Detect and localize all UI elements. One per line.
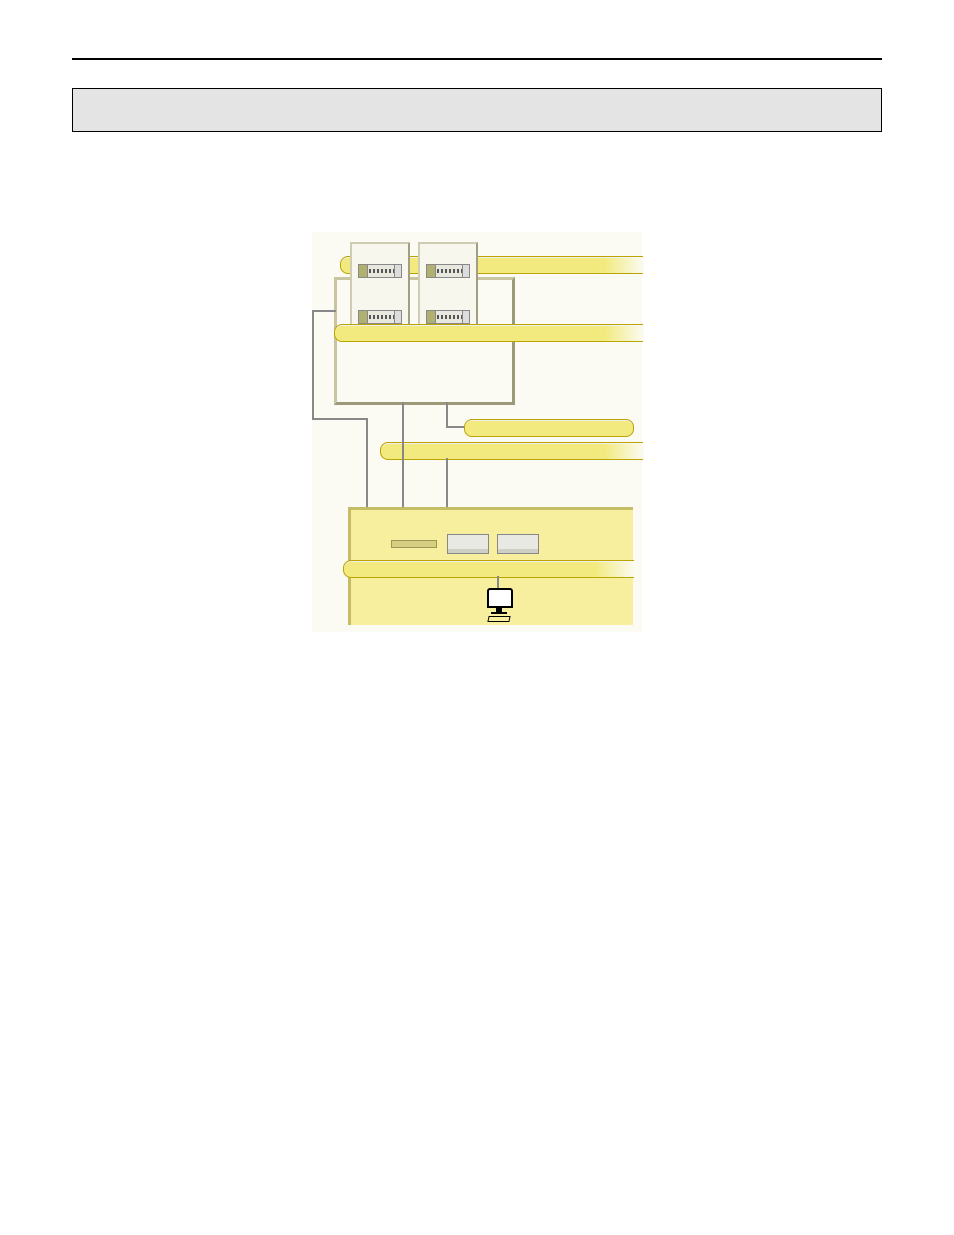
monitor-icon — [487, 588, 513, 608]
unit-tail-icon — [394, 265, 401, 277]
keyboard-icon — [487, 616, 510, 622]
rack-left-unit-1 — [358, 264, 402, 278]
unit-header-icon — [427, 311, 436, 323]
rack-left-unit-2 — [358, 310, 402, 324]
unit-ports-icon — [365, 315, 394, 319]
bus-short — [464, 419, 634, 437]
room-box-1 — [447, 534, 489, 554]
page — [0, 0, 954, 1235]
unit-ports-icon — [433, 269, 462, 273]
unit-header-icon — [359, 265, 368, 277]
rack-right-unit-2 — [426, 310, 470, 324]
unit-tail-icon — [394, 311, 401, 323]
room-box-2 — [497, 534, 539, 554]
rack-right-unit-1 — [426, 264, 470, 278]
info-callout — [72, 88, 882, 132]
bus-4 — [343, 560, 634, 578]
unit-ports-icon — [365, 269, 394, 273]
running-head-rule — [72, 36, 882, 60]
wire-frame-v1 — [312, 310, 314, 420]
network-diagram — [312, 232, 642, 632]
unit-tail-icon — [462, 265, 469, 277]
wire-right-elbow — [446, 426, 464, 428]
wire-right-drop — [446, 402, 448, 428]
header-area — [0, 0, 954, 132]
bus-3 — [380, 442, 643, 460]
monitor-base-icon — [491, 612, 507, 614]
wire-frame-h — [312, 310, 336, 312]
room-slim-device — [391, 540, 437, 548]
wire-frame-h2 — [312, 418, 368, 420]
equipment-room — [348, 507, 633, 625]
workstation-icon — [487, 588, 511, 622]
unit-ports-icon — [433, 315, 462, 319]
bus-2 — [334, 324, 643, 342]
unit-header-icon — [359, 311, 368, 323]
unit-header-icon — [427, 265, 436, 277]
unit-tail-icon — [462, 311, 469, 323]
body-area — [0, 232, 954, 632]
